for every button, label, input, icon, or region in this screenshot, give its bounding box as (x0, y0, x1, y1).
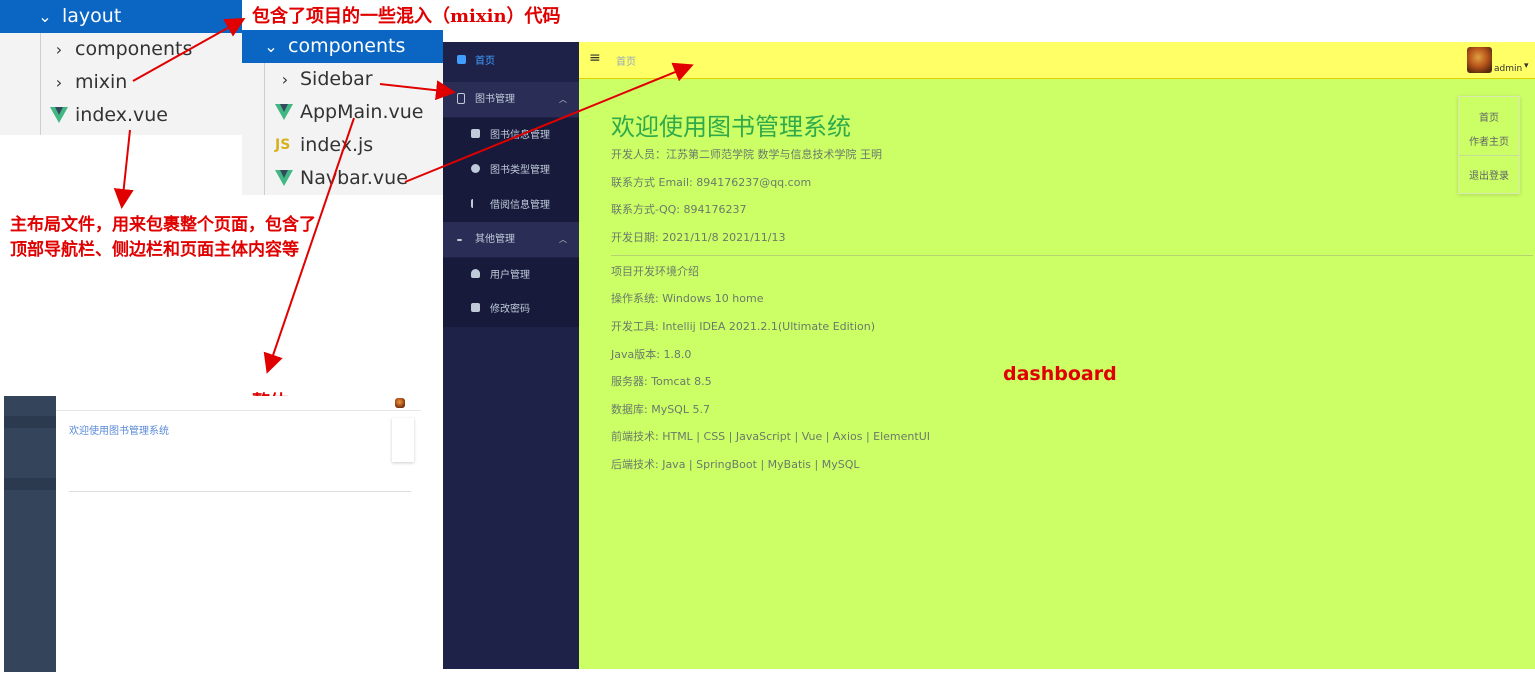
annotation-arrows (113, 18, 694, 374)
arrow-mixin (132, 18, 246, 82)
arrow-index-vue (113, 129, 134, 209)
arrow-appmain (263, 117, 355, 374)
arrow-sidebar (379, 80, 456, 101)
arrow-navbar (404, 62, 694, 183)
